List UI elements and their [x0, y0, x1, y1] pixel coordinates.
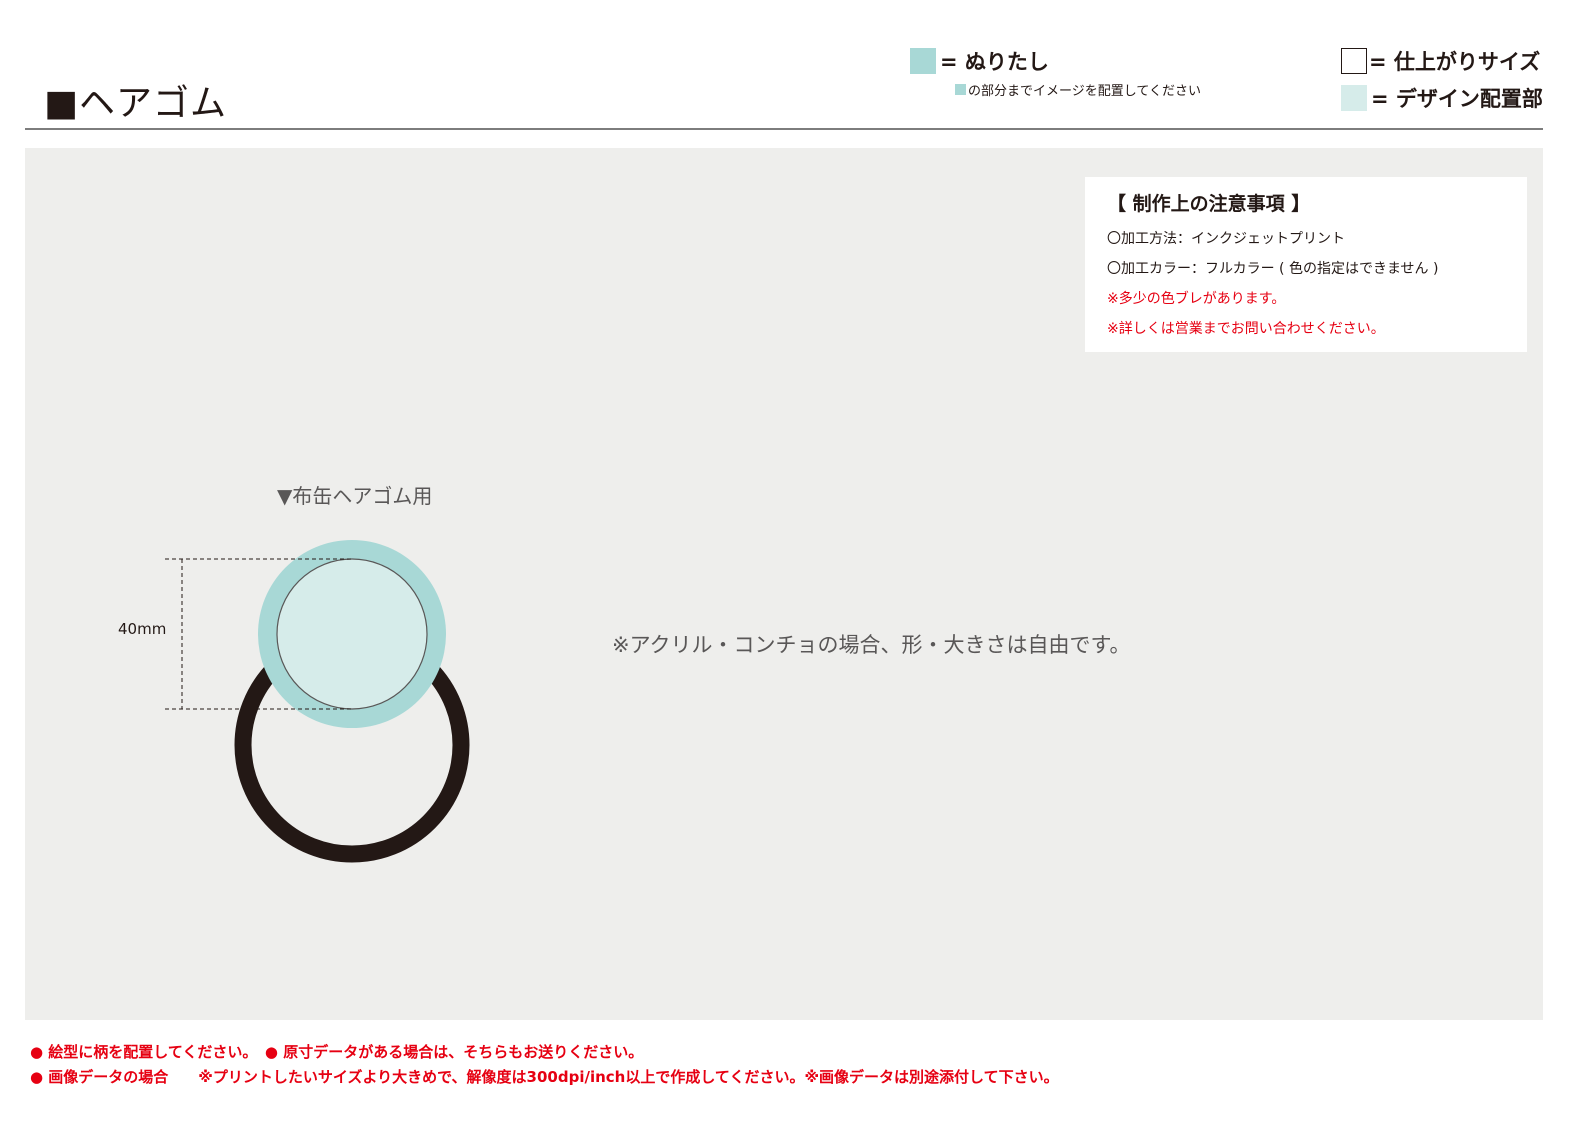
footer-instruction-2: ● 画像データの場合 ※プリントしたいサイズより大きめで、解像度は300dpi/… [30, 1068, 1059, 1086]
footer-instruction-1: ● 絵型に柄を配置してください。 ● 原寸データがある場合は、そちらもお送りくだ… [30, 1043, 644, 1061]
design-area-circle[interactable] [276, 558, 428, 710]
dimension-label: 40mm [118, 620, 167, 638]
diagram-label: ▼布缶ヘアゴム用 [277, 484, 433, 508]
hair-tie-diagram [165, 540, 470, 863]
free-shape-note: ※アクリル・コンチョの場合、形・大きさは自由です。 [612, 633, 1131, 657]
